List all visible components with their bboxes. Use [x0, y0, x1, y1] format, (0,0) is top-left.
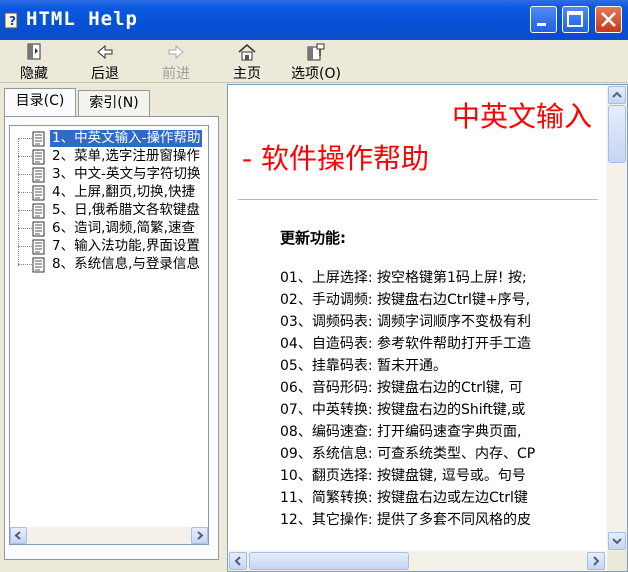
forward-icon	[168, 44, 184, 60]
forward-button[interactable]: 前进	[152, 42, 200, 82]
maximize-icon	[567, 11, 583, 27]
scroll-thumb[interactable]	[608, 105, 626, 163]
navigation-pane: 目录(C) 索引(N) 1、中英文输入-操作帮助 2、菜单,选字注册窗操作 3、中文…	[0, 84, 223, 572]
chevron-down-icon	[612, 538, 622, 545]
home-label: 主页	[233, 66, 261, 82]
tree-connector	[18, 210, 32, 212]
feature-line: 05、挂靠码表: 暂未开通。	[280, 358, 447, 374]
hide-label: 隐藏	[20, 66, 48, 82]
feature-line: 02、手动调频: 按键盘右边Ctrl键+序号,	[280, 292, 531, 308]
chevron-right-icon	[197, 531, 204, 540]
feature-line: 04、自造码表: 参考软件帮助打开手工造	[280, 336, 531, 352]
divider	[238, 199, 598, 200]
section-subheading: 更新功能:	[280, 229, 346, 247]
feature-line: 08、编码速查: 打开编码速查字典页面,	[280, 424, 522, 440]
contents-panel: 1、中英文输入-操作帮助 2、菜单,选字注册窗操作 3、中文-英文与字符切换 4、上屏…	[4, 116, 219, 560]
content-vertical-scrollbar[interactable]	[607, 85, 627, 551]
content-pane: 中英文输入 - 软件操作帮助 更新功能: 01、上屏选择: 按空格键第1码上屏!…	[227, 84, 628, 572]
options-label: 选项(O)	[291, 66, 341, 82]
scroll-down-button[interactable]	[608, 532, 626, 550]
tree-item-label: 2、菜单,选字注册窗操作	[52, 148, 200, 164]
scroll-left-button[interactable]	[10, 527, 27, 544]
maximize-button[interactable]	[562, 6, 589, 33]
tab-contents[interactable]: 目录(C)	[4, 88, 76, 116]
minimize-button[interactable]	[530, 6, 557, 33]
content-horizontal-scrollbar[interactable]	[228, 551, 606, 571]
hide-button[interactable]: 隐藏	[10, 42, 58, 82]
feature-line: 07、中英转换: 按键盘右边的Shift键,或	[280, 402, 526, 418]
contents-tree[interactable]: 1、中英文输入-操作帮助 2、菜单,选字注册窗操作 3、中文-英文与字符切换 4、上屏…	[9, 125, 209, 545]
svg-text:?: ?	[9, 14, 16, 28]
tree-connector	[18, 138, 32, 140]
content-scroll-right-button[interactable]	[587, 552, 605, 570]
close-button[interactable]	[595, 6, 622, 33]
tree-item-label: 1、中英文输入-操作帮助	[50, 130, 203, 147]
feature-line: 11、简繁转换: 按键盘右边或左边Ctrl键	[280, 490, 528, 506]
feature-line: 12、其它操作: 提供了多套不同风格的皮	[280, 512, 531, 528]
help-topic: 中英文输入 - 软件操作帮助 更新功能: 01、上屏选择: 按空格键第1码上屏!…	[228, 85, 606, 551]
tree-connector	[18, 156, 32, 158]
scrollbar-corner	[607, 551, 627, 571]
forward-label: 前进	[162, 66, 190, 82]
chevron-left-icon	[14, 531, 21, 540]
tree-item-label: 6、造词,调频,简繁,速查	[52, 220, 195, 236]
feature-line: 10、翻页选择: 按键盘键, 逗号或。句号	[280, 468, 526, 484]
tree-horizontal-scrollbar[interactable]	[10, 527, 208, 544]
title-bar[interactable]: ? HTML Help	[0, 0, 628, 40]
document-icon	[32, 257, 46, 278]
scroll-up-button[interactable]	[608, 86, 626, 104]
minimize-icon	[537, 23, 546, 26]
tree-item-label: 5、日,俄希腊文各软键盘	[52, 202, 200, 218]
options-icon	[307, 43, 325, 61]
tree-connector	[18, 192, 32, 194]
tab-index[interactable]: 索引(N)	[78, 90, 150, 116]
feature-line: 06、音码形码: 按键盘右边的Ctrl键, 可	[280, 380, 523, 396]
feature-line: 09、系统信息: 可查系统类型、内存、CP	[280, 446, 536, 462]
feature-line: 01、上屏选择: 按空格键第1码上屏! 按;	[280, 270, 527, 286]
tab-index-label: 索引(N)	[89, 95, 139, 111]
feature-line: 03、调频码表: 调频字词顺序不变极有利	[280, 314, 531, 330]
toolbar: 隐藏 后退 前进 主页 选项(O)	[0, 40, 628, 83]
tree-item-label: 7、输入法功能,界面设置	[52, 238, 200, 254]
tree-connector	[18, 264, 32, 266]
content-scroll-left-button[interactable]	[229, 552, 247, 570]
back-button[interactable]: 后退	[81, 42, 129, 82]
content-scroll-thumb[interactable]	[249, 552, 409, 570]
home-button[interactable]: 主页	[223, 42, 271, 82]
chevron-right-icon	[593, 556, 600, 566]
options-button[interactable]: 选项(O)	[286, 42, 346, 82]
topic-heading-line2: - 软件操作帮助	[242, 142, 430, 175]
help-icon: ?	[4, 10, 22, 30]
back-icon	[97, 44, 113, 60]
window-title: HTML Help	[26, 8, 138, 30]
tree-item-label: 4、上屏,翻页,切换,快捷	[52, 184, 195, 200]
tree-item-label: 8、系统信息,与登录信息	[52, 256, 200, 272]
hide-icon	[27, 43, 41, 60]
tree-connector	[18, 228, 32, 230]
home-icon	[238, 44, 256, 61]
tree-connector	[18, 246, 32, 248]
tree-item-label: 3、中文-英文与字符切换	[52, 166, 201, 182]
back-label: 后退	[91, 66, 119, 82]
scroll-right-button[interactable]	[191, 527, 208, 544]
tree-connector	[18, 174, 32, 176]
topic-heading-line1: 中英文输入	[451, 100, 592, 133]
chevron-left-icon	[234, 556, 241, 566]
chevron-up-icon	[612, 91, 622, 98]
close-icon	[601, 12, 616, 27]
tab-contents-label: 目录(C)	[15, 93, 65, 109]
